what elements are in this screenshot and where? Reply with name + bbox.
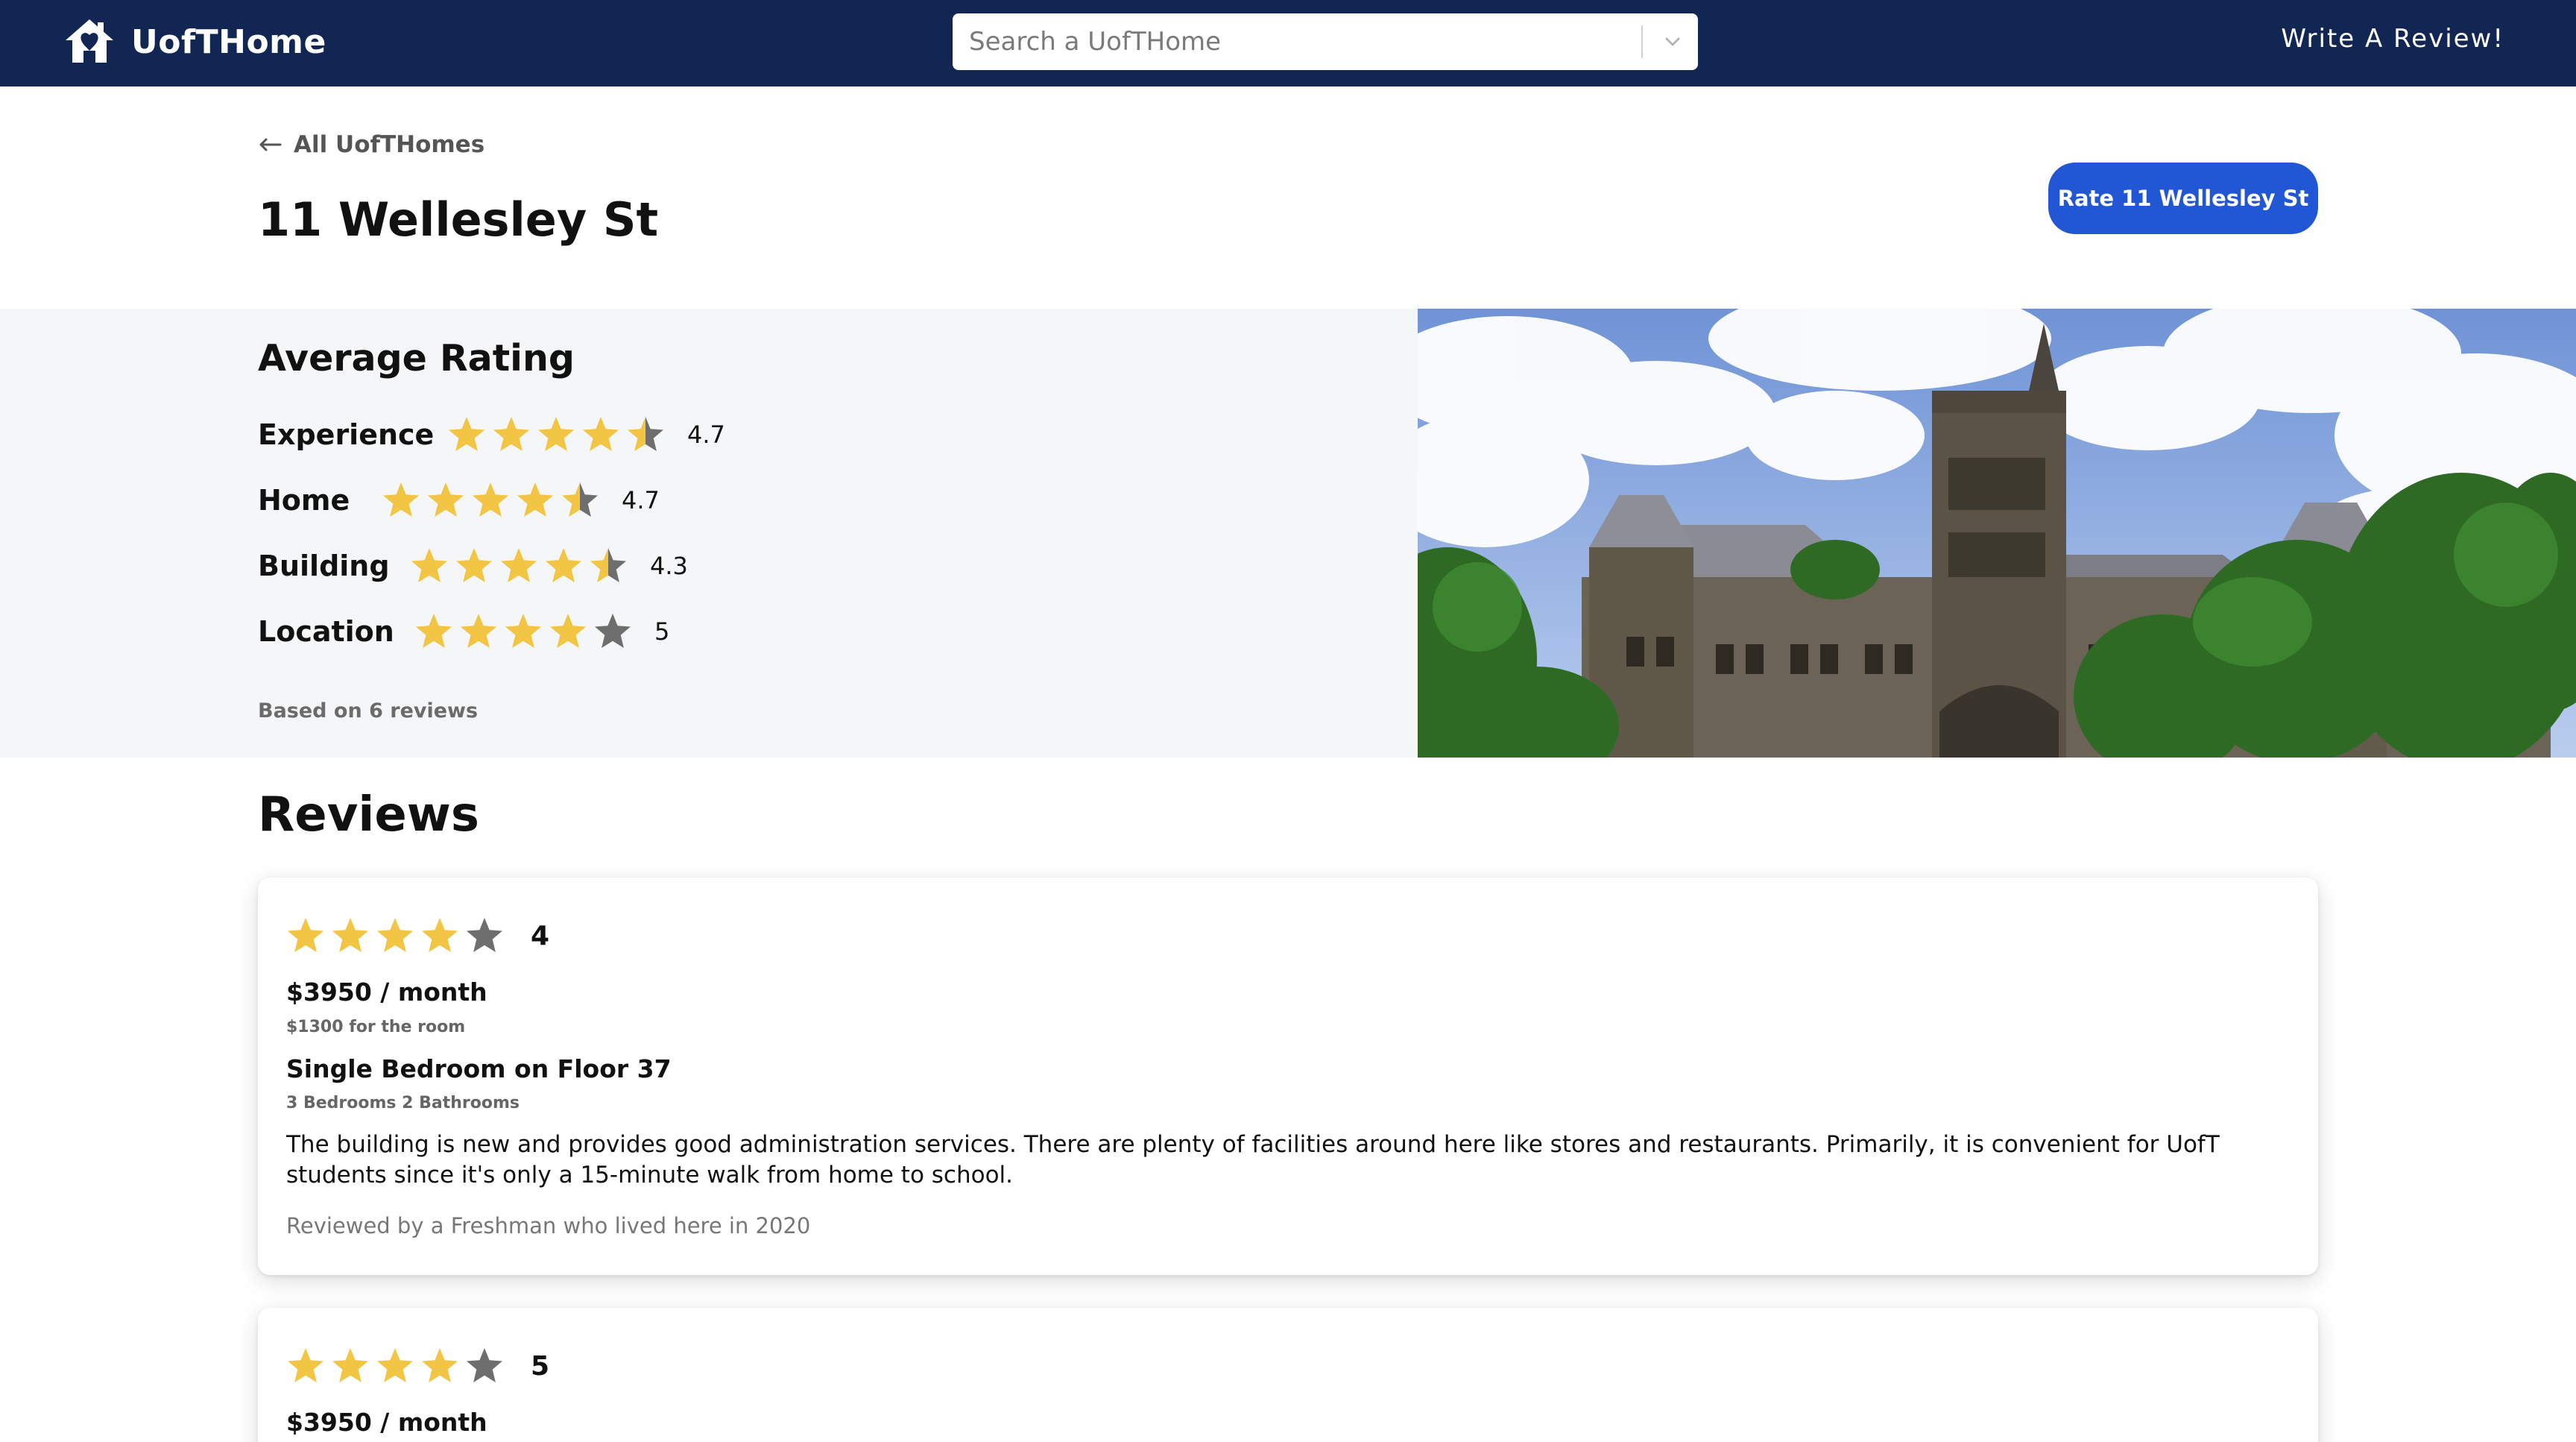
star-icon bbox=[493, 417, 529, 451]
rating-value: 4.7 bbox=[622, 486, 660, 514]
review-score: 4 bbox=[531, 920, 550, 951]
average-rating-title: Average Rating bbox=[258, 337, 575, 380]
search-separator bbox=[1641, 25, 1643, 58]
star-icon bbox=[562, 482, 598, 517]
write-review-link[interactable]: Write A Review! bbox=[2281, 24, 2504, 54]
star-rating bbox=[410, 547, 628, 585]
back-link[interactable]: All UofTHomes bbox=[258, 131, 484, 158]
rating-label: Experience bbox=[258, 418, 435, 451]
star-icon bbox=[422, 1348, 458, 1382]
star-icon bbox=[467, 918, 502, 952]
star-icon bbox=[377, 1348, 413, 1382]
star-icon bbox=[590, 548, 626, 582]
reviews-title: Reviews bbox=[258, 787, 479, 843]
review-rating: 5 bbox=[286, 1347, 549, 1385]
star-icon bbox=[288, 918, 323, 952]
review-card: 5 $3950 / month bbox=[258, 1308, 2318, 1442]
rating-row-experience: Experience 4.7 bbox=[258, 415, 725, 454]
star-icon bbox=[538, 417, 574, 451]
review-card: 4 $3950 / month $1300 for the room Singl… bbox=[258, 878, 2318, 1275]
star-rating bbox=[382, 481, 599, 520]
rate-button[interactable]: Rate 11 Wellesley St bbox=[2048, 163, 2318, 234]
star-rating bbox=[414, 612, 632, 651]
average-rating-panel bbox=[0, 309, 1418, 758]
star-icon bbox=[428, 482, 464, 517]
review-count: Based on 6 reviews bbox=[258, 699, 479, 722]
rating-label: Location bbox=[258, 615, 394, 648]
rating-label: Building bbox=[258, 550, 390, 582]
page-title: 11 Wellesley St bbox=[258, 192, 659, 247]
star-icon bbox=[456, 548, 492, 582]
review-room: Single Bedroom on Floor 37 bbox=[286, 1054, 672, 1083]
review-layout: 3 Bedrooms 2 Bathrooms bbox=[286, 1094, 520, 1112]
star-icon bbox=[449, 417, 484, 451]
star-icon bbox=[501, 548, 537, 582]
top-navbar: UofTHome Write A Review! bbox=[0, 0, 2576, 86]
star-icon bbox=[383, 482, 419, 517]
star-icon bbox=[332, 918, 368, 952]
search-input[interactable] bbox=[953, 13, 1638, 70]
star-icon bbox=[377, 918, 413, 952]
star-icon bbox=[332, 1348, 368, 1382]
review-price: $3950 / month bbox=[286, 1408, 487, 1437]
review-score: 5 bbox=[531, 1350, 550, 1382]
star-icon bbox=[422, 918, 458, 952]
star-rating bbox=[447, 415, 665, 454]
star-icon bbox=[517, 482, 553, 517]
brand-name: UofTHome bbox=[131, 22, 326, 61]
star-icon bbox=[546, 548, 581, 582]
chevron-down-icon[interactable] bbox=[1655, 24, 1690, 60]
star-rating bbox=[286, 916, 504, 955]
star-icon bbox=[411, 548, 447, 582]
brand-link[interactable]: UofTHome bbox=[63, 13, 326, 70]
search-box[interactable] bbox=[953, 13, 1698, 70]
review-rating: 4 bbox=[286, 916, 549, 955]
star-icon bbox=[288, 1348, 323, 1382]
house-icon bbox=[66, 19, 113, 63]
building-photo bbox=[1418, 309, 2576, 758]
review-text: The building is new and provides good ad… bbox=[286, 1131, 2220, 1188]
review-price-note: $1300 for the room bbox=[286, 1018, 466, 1036]
rating-row-building: Building 4.3 bbox=[258, 547, 688, 585]
star-rating bbox=[286, 1347, 504, 1385]
rating-value: 5 bbox=[654, 617, 670, 646]
star-icon bbox=[628, 417, 663, 451]
star-icon bbox=[550, 614, 586, 648]
star-icon bbox=[473, 482, 508, 517]
star-icon bbox=[505, 614, 541, 648]
rating-value: 4.7 bbox=[687, 421, 725, 449]
back-link-label: All UofTHomes bbox=[294, 131, 485, 158]
star-icon bbox=[461, 614, 496, 648]
star-icon bbox=[595, 614, 631, 648]
star-icon bbox=[583, 417, 619, 451]
rating-row-location: Location 5 bbox=[258, 612, 669, 651]
reviewer-info: Reviewed by a Freshman who lived here in… bbox=[286, 1213, 811, 1238]
review-price: $3950 / month bbox=[286, 977, 487, 1007]
arrow-left-icon bbox=[259, 138, 282, 151]
star-icon bbox=[416, 614, 452, 648]
star-icon bbox=[467, 1348, 502, 1382]
rating-value: 4.3 bbox=[650, 552, 688, 580]
rating-row-home: Home 4.7 bbox=[258, 481, 660, 520]
rating-label: Home bbox=[258, 484, 350, 517]
